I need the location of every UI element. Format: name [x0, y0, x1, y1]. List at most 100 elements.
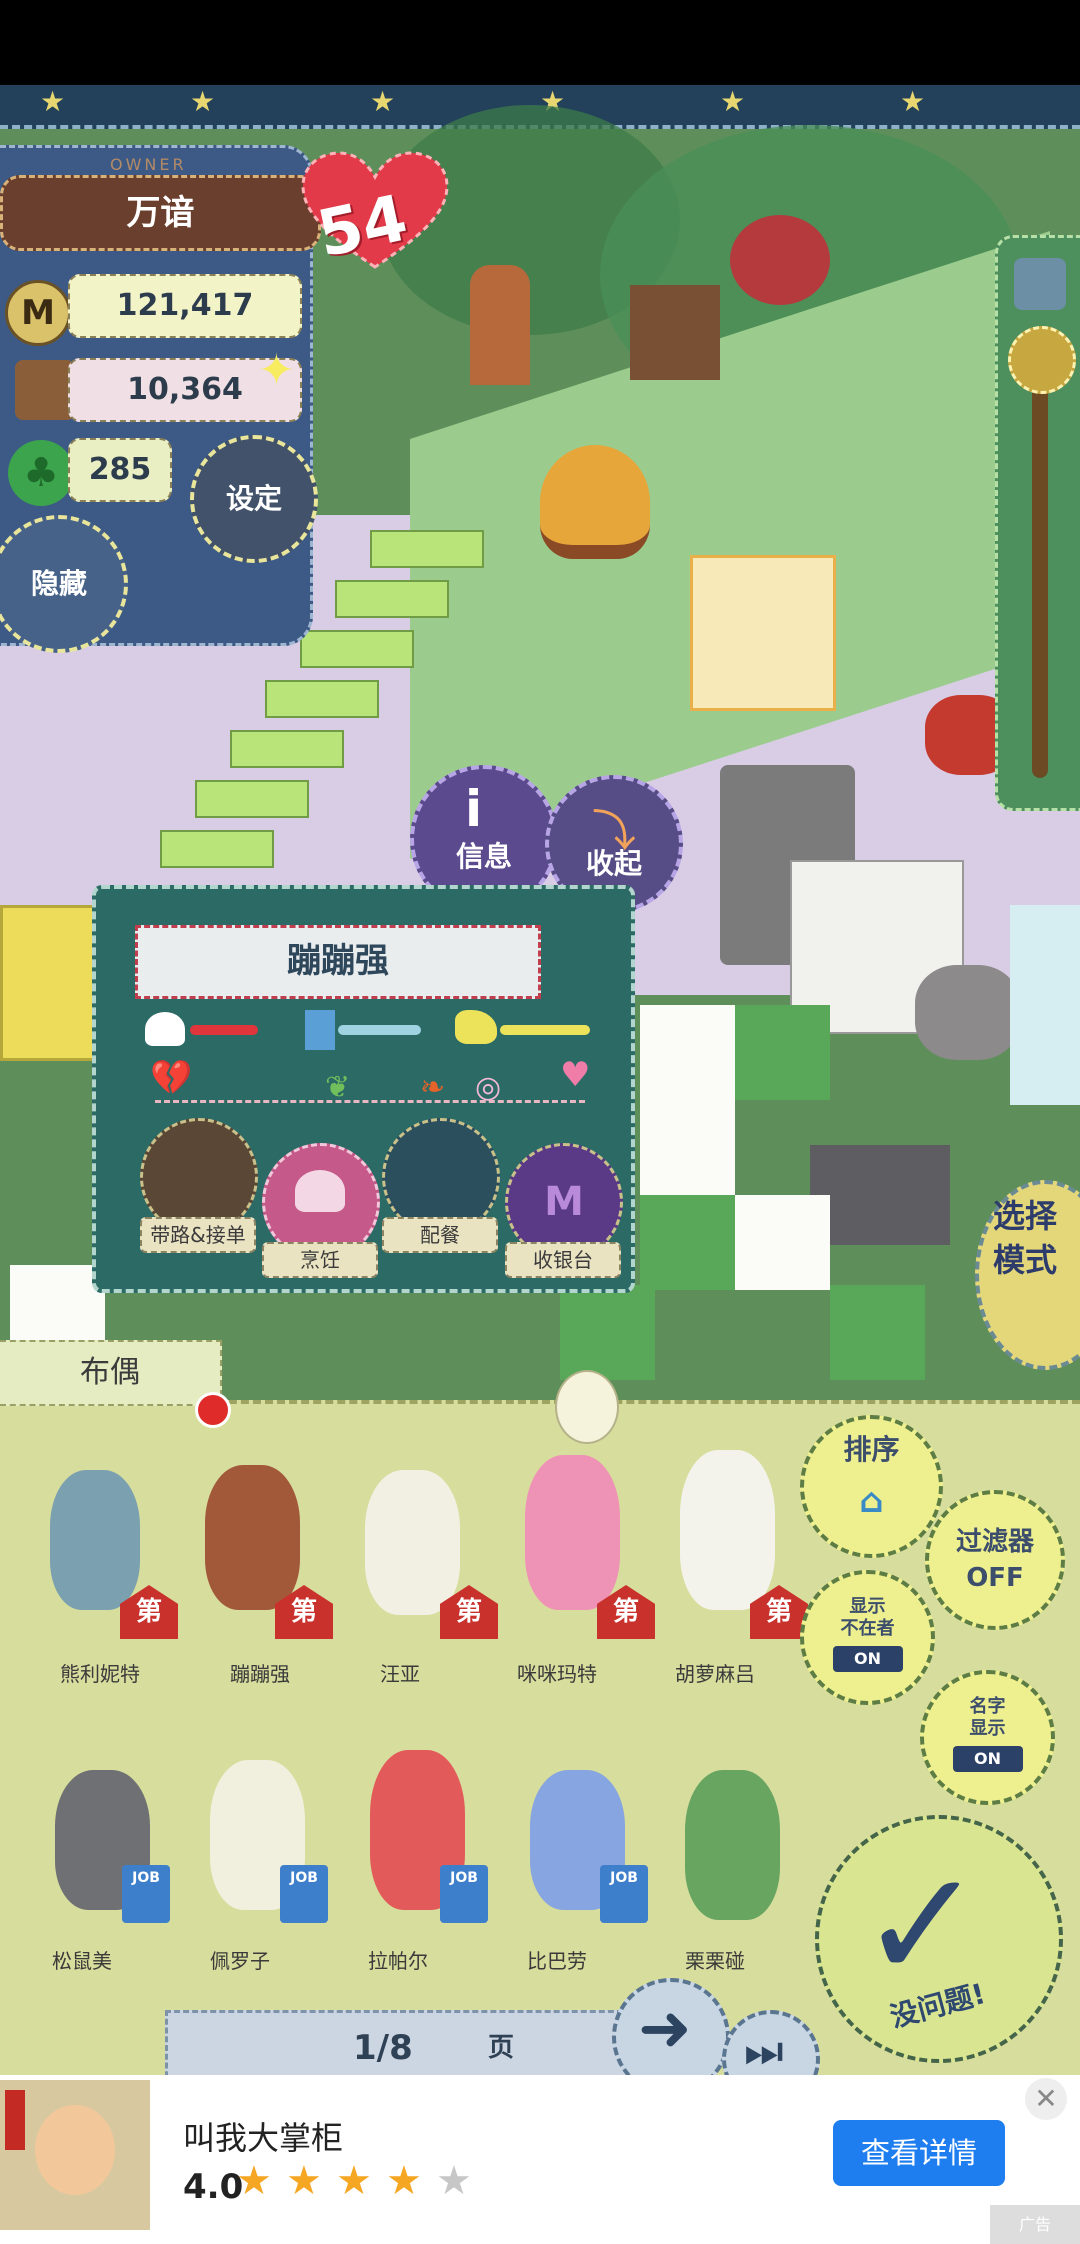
bear-name-label: 比巴劳 [527, 1949, 587, 1973]
flower-pot[interactable] [730, 215, 830, 305]
music-box[interactable] [630, 285, 720, 380]
bear-name-label: 汪亚 [380, 1662, 420, 1686]
chef-hat-icon [295, 1170, 345, 1212]
filter-state: OFF [966, 1563, 1024, 1593]
sign-icon [5, 2090, 25, 2150]
star-decoration-icon: ★ [720, 85, 746, 118]
ad-banner[interactable]: 叫我大掌柜 4.0 ★ ★ ★ ★ ★ 查看详情 ✕ 广告 [0, 2075, 1080, 2244]
bear-character-slot[interactable]: 第 [355, 1460, 498, 1639]
show-absent-toggle[interactable]: ON [832, 1646, 903, 1672]
ad-label: 广告 [990, 2205, 1080, 2244]
bear-name-label: 佩罗子 [210, 1949, 270, 1973]
star-filled-icon: ★ [236, 2158, 272, 2204]
sparkle-icon: ✦ [258, 345, 295, 396]
bear-character-slot[interactable]: 第 [40, 1460, 178, 1639]
house-icon: ⌂ [859, 1481, 884, 1521]
job-tag-icon: JOB [122, 1865, 170, 1923]
right-arrow-icon: ➜ [638, 1992, 692, 2066]
bear-character-slot[interactable]: JOB [525, 1760, 648, 1923]
zoom-track[interactable] [1032, 338, 1048, 778]
settings-button[interactable]: 设定 [190, 435, 318, 563]
show-absent-label: 显示 不在者 [840, 1596, 895, 1639]
stair-step [160, 830, 274, 868]
show-name-button[interactable]: 名字 显示 ON [920, 1670, 1055, 1805]
zoom-slider-panel[interactable] [995, 235, 1080, 811]
roster-tab[interactable]: 布偶 [0, 1340, 222, 1406]
cooking-skill-bar [190, 1025, 258, 1035]
money-coin-icon: M [5, 280, 71, 346]
show-absent-button[interactable]: 显示 不在者 ON [800, 1570, 935, 1705]
bear-body [680, 1450, 775, 1610]
bear-character-slot[interactable]: 第 [515, 1445, 655, 1639]
bear-character-slot[interactable]: 第 [670, 1440, 808, 1639]
sort-label: 排序 [843, 1433, 900, 1466]
hamburger-item[interactable] [540, 445, 650, 559]
microwave[interactable] [810, 1145, 950, 1245]
down-arrow-icon: ⤵ [592, 806, 636, 857]
info-icon: i [465, 780, 483, 838]
bear-character-slot[interactable] [680, 1760, 800, 1920]
money-value: 121,417 [68, 274, 302, 338]
show-name-label: 名字 显示 [969, 1696, 1006, 1739]
bear-character-slot[interactable]: JOB [50, 1760, 170, 1923]
stair-step [370, 530, 484, 568]
star-decoration-icon: ★ [370, 85, 396, 118]
fast-forward-icon: ⏭ [744, 2026, 784, 2077]
bear-name-label: 胡萝麻吕 [675, 1662, 755, 1686]
stair-step [265, 680, 379, 718]
floor-tile [560, 1285, 655, 1380]
merchant-face-icon [35, 2105, 115, 2195]
floor-tile [735, 1195, 830, 1290]
owner-label: OWNER [110, 155, 187, 174]
stair-step [335, 580, 449, 618]
page-indicator: 1/8 [353, 2028, 413, 2068]
affinity-line [155, 1100, 585, 1103]
bear-character-slot[interactable]: JOB [365, 1740, 488, 1923]
filter-label: 过滤器 [955, 1527, 1034, 1557]
floor-tile [640, 1100, 735, 1195]
water-dispenser[interactable] [1010, 905, 1080, 1105]
ok-button[interactable]: ✓ 没问题! [815, 1815, 1063, 2063]
floor-tile [640, 1005, 735, 1100]
bear-name-label: 咪咪玛特 [517, 1662, 597, 1686]
floor-tile [830, 1285, 925, 1380]
ad-close-icon[interactable]: ✕ [1025, 2078, 1067, 2120]
bear-character-slot[interactable]: 第 [195, 1455, 333, 1639]
bear-body [365, 1470, 460, 1615]
serving-skill-bar [338, 1025, 421, 1035]
chef-hat-icon [145, 1012, 185, 1046]
clover-icon: ♣ [8, 440, 74, 506]
bear-name-label: 拉帕尔 [368, 1949, 428, 1973]
cashier-skill-bar [500, 1025, 590, 1035]
bear-name-banner: 蹦蹦强 [135, 925, 541, 999]
floor-tile [640, 1195, 735, 1290]
filter-button[interactable]: 过滤器 OFF [925, 1490, 1065, 1630]
show-name-toggle[interactable]: ON [952, 1746, 1023, 1772]
ad-app-icon[interactable] [0, 2080, 150, 2230]
zoom-handle[interactable] [1008, 326, 1076, 394]
role-guide-label: 带路&接单 [140, 1217, 256, 1253]
heart-small-icon: ♥ [560, 1055, 591, 1095]
owner-name[interactable]: 万谙 [0, 175, 321, 251]
star-filled-icon: ★ [386, 2158, 422, 2204]
role-cook-label: 烹饪 [262, 1242, 378, 1278]
role-cashier-label: 收银台 [505, 1242, 621, 1278]
bear-body [525, 1455, 620, 1610]
sort-button[interactable]: 排序 ⌂ [800, 1415, 943, 1558]
page-suffix: 页 [488, 2033, 515, 2063]
rice-cooker[interactable] [915, 965, 1020, 1060]
stair-step [230, 730, 344, 768]
bear-character-slot[interactable]: JOB [205, 1750, 328, 1923]
speech-bubble-icon [555, 1370, 619, 1444]
floor-tile [735, 1005, 830, 1100]
star-decoration-icon: ★ [190, 85, 216, 118]
cake-item[interactable] [690, 555, 836, 711]
ad-title[interactable]: 叫我大掌柜 [183, 2113, 343, 2159]
star-decoration-icon: ★ [900, 85, 926, 118]
food-basket-icon [15, 360, 75, 420]
bear-name-label: 熊利妮特 [60, 1662, 140, 1686]
yellow-chair[interactable] [0, 905, 96, 1061]
bear-body [205, 1465, 300, 1610]
info-label: 信息 [455, 840, 512, 873]
ad-cta-button[interactable]: 查看详情 [833, 2120, 1005, 2186]
